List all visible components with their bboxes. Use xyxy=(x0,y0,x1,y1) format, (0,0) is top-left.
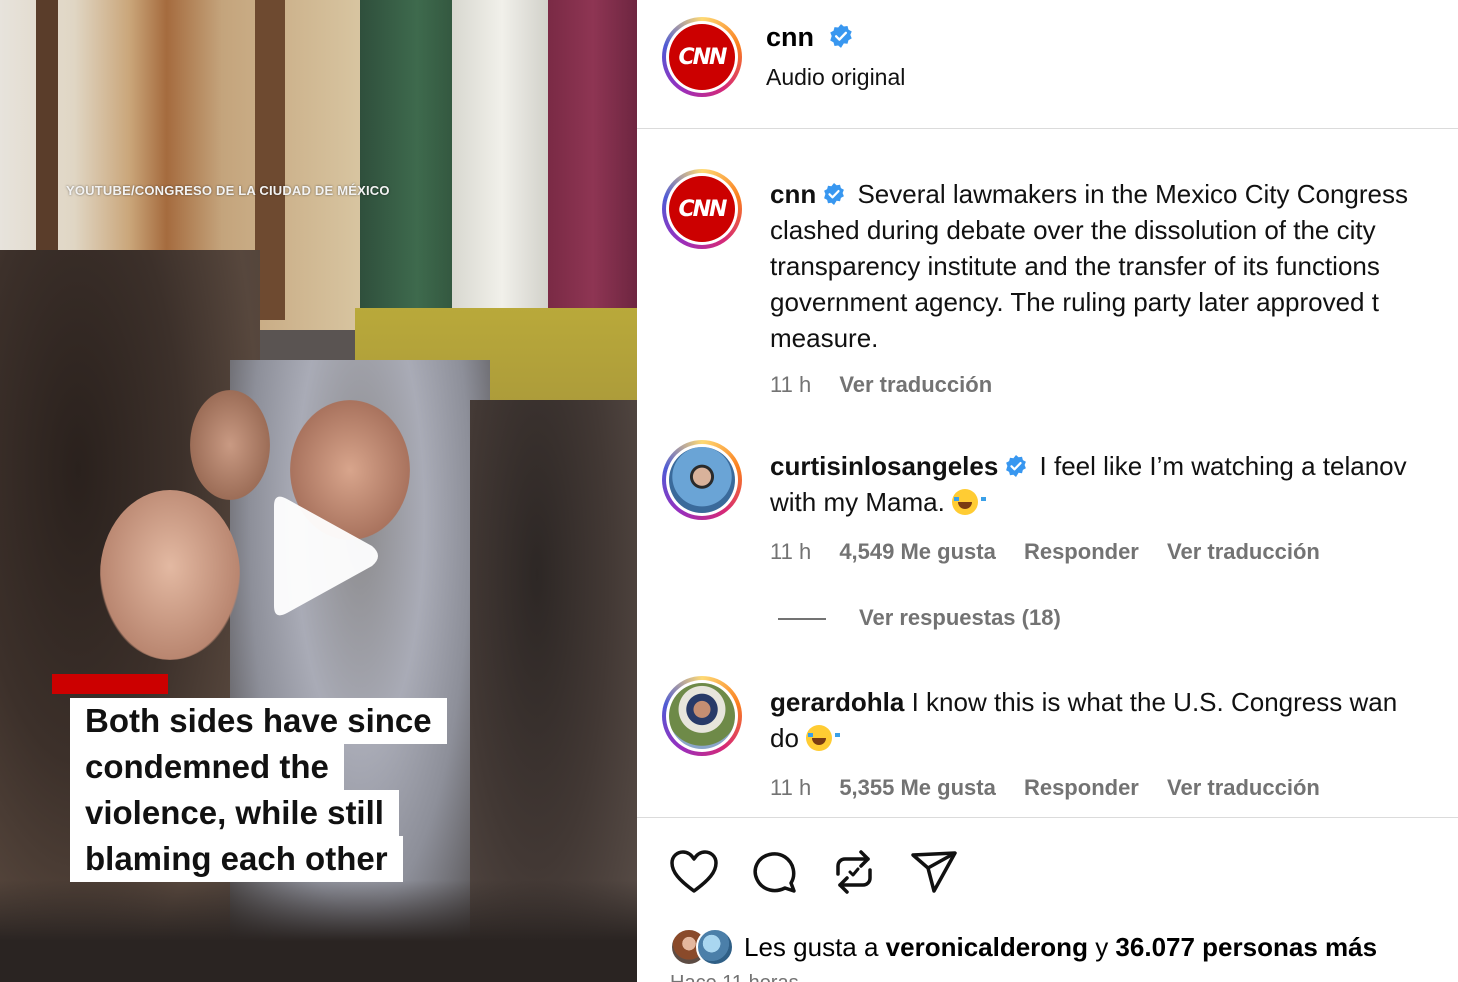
author-username[interactable]: cnn xyxy=(766,22,814,52)
laughing-emoji-icon xyxy=(952,489,987,515)
likes-summary[interactable]: Les gusta a veronicalderong y 36.077 per… xyxy=(670,928,1377,966)
play-icon[interactable] xyxy=(258,492,384,620)
view-replies-button[interactable]: Ver respuestas (18) xyxy=(778,605,1061,631)
verified-icon xyxy=(829,24,852,48)
avatar xyxy=(696,928,734,966)
comment-username[interactable]: gerardohla xyxy=(770,687,904,717)
avatar xyxy=(669,683,735,749)
comment-translate-link[interactable]: Ver traducción xyxy=(1167,539,1320,564)
likes-joiner: y xyxy=(1095,931,1109,962)
verified-icon xyxy=(1006,455,1027,477)
post-author-avatar[interactable]: CNN xyxy=(662,169,742,249)
comment-item: gerardohla I know this is what the U.S. … xyxy=(770,684,1458,756)
caption-accent-bar xyxy=(52,674,168,694)
commenter-avatar[interactable] xyxy=(662,440,742,520)
post-meta: 11 h Ver traducción xyxy=(770,372,1014,398)
video-caption-line: violence, while still xyxy=(70,790,399,836)
reel-video[interactable]: YOUTUBE/CONGRESO DE LA CIUDAD DE MÉXICO … xyxy=(0,0,637,982)
header-divider xyxy=(637,128,1458,129)
author-username-row[interactable]: cnn xyxy=(766,22,854,53)
comment-meta: 11 h 4,549 Me gusta Responder Ver traduc… xyxy=(770,539,1342,565)
post-side-panel: CNN cnn Audio original CNN cnn Several l… xyxy=(637,0,1458,982)
comment-button[interactable] xyxy=(748,846,800,898)
video-credit: YOUTUBE/CONGRESO DE LA CIUDAD DE MÉXICO xyxy=(66,183,390,198)
video-person xyxy=(190,390,270,500)
post-text-line: government agency. The ruling party late… xyxy=(770,287,1379,317)
reply-button[interactable]: Responder xyxy=(1024,539,1139,564)
cnn-logo-icon: CNN xyxy=(669,24,735,90)
repost-icon xyxy=(836,850,872,894)
replies-line xyxy=(778,618,826,621)
audio-label[interactable]: Audio original xyxy=(766,64,905,91)
post-username[interactable]: cnn xyxy=(770,179,816,209)
action-bar xyxy=(668,846,988,898)
flag-green-stripe xyxy=(360,0,455,320)
video-caption-line: condemned the xyxy=(70,744,344,790)
author-avatar[interactable]: CNN xyxy=(662,17,742,97)
video-person xyxy=(100,490,240,660)
post-text-line: transparency institute and the transfer … xyxy=(770,251,1380,281)
comment-translate-link[interactable]: Ver traducción xyxy=(1167,775,1320,800)
comment-likes[interactable]: 4,549 Me gusta xyxy=(839,539,996,564)
likes-prefix: Les gusta a xyxy=(744,931,879,962)
video-caption-line: blaming each other xyxy=(70,836,403,882)
comment-username[interactable]: curtisinlosangeles xyxy=(770,451,998,481)
flag-white-stripe xyxy=(452,0,552,320)
post-text-line: clashed during debate over the dissoluti… xyxy=(770,215,1376,245)
comment-text: with my Mama. xyxy=(770,487,945,517)
comment-icon xyxy=(753,852,796,893)
comment-meta: 11 h 5,355 Me gusta Responder Ver traduc… xyxy=(770,775,1342,801)
post-text-line: Several lawmakers in the Mexico City Con… xyxy=(857,179,1409,209)
cnn-logo-icon: CNN xyxy=(669,176,735,242)
view-replies-label: Ver respuestas (18) xyxy=(859,605,1061,630)
repost-button[interactable] xyxy=(828,846,880,898)
actions-divider xyxy=(637,817,1458,818)
video-caption-line: Both sides have since xyxy=(70,698,447,744)
share-button[interactable] xyxy=(908,846,960,898)
like-button[interactable] xyxy=(668,846,720,898)
avatar xyxy=(669,447,735,513)
video-background-pillar xyxy=(36,0,58,260)
comment-text: I know this is what the U.S. Congress wa… xyxy=(911,687,1398,717)
video-shadow xyxy=(0,880,637,982)
post-text-line: measure. xyxy=(770,323,879,353)
reply-button[interactable]: Responder xyxy=(1024,775,1139,800)
share-icon xyxy=(911,851,957,893)
likes-others[interactable]: 36.077 personas más xyxy=(1115,932,1377,962)
post-translate-link[interactable]: Ver traducción xyxy=(839,372,992,397)
laughing-emoji-icon xyxy=(806,725,841,751)
commenter-avatar[interactable] xyxy=(662,676,742,756)
heart-icon xyxy=(670,850,718,893)
likes-user[interactable]: veronicalderong xyxy=(886,932,1088,962)
comment-time[interactable]: 11 h xyxy=(770,775,811,800)
comment-time[interactable]: 11 h xyxy=(770,539,811,564)
comment-text: I feel like I’m watching a telanov xyxy=(1039,451,1407,481)
flag-red-stripe xyxy=(548,0,637,320)
comment-item: curtisinlosangeles I feel like I’m watch… xyxy=(770,448,1458,520)
post-time[interactable]: 11 h xyxy=(770,372,811,397)
comment-text: do xyxy=(770,723,799,753)
comment-likes[interactable]: 5,355 Me gusta xyxy=(839,775,996,800)
verified-icon xyxy=(824,183,845,205)
post-timestamp: Hace 11 horas xyxy=(670,972,799,982)
likes-text: Les gusta a veronicalderong y 36.077 per… xyxy=(744,932,1377,963)
post-caption: cnn Several lawmakers in the Mexico City… xyxy=(770,176,1458,356)
